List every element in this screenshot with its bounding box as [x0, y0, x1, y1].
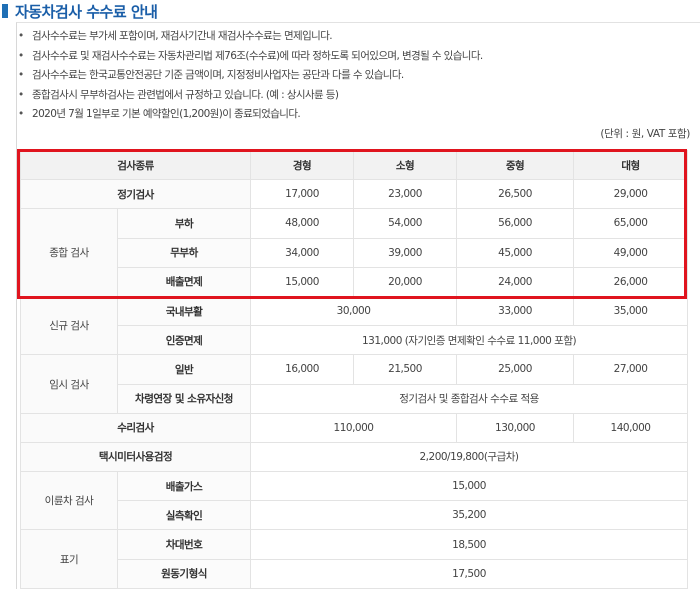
- row-label-repair: 수리검사: [19, 412, 252, 443]
- table-cell: 30,000: [250, 295, 458, 327]
- table-cell: 130,000: [456, 412, 575, 443]
- table-row: 종합 검사 부하 48,000 54,000 56,000 65,000: [20, 208, 689, 297]
- table-row: 신규 검사 국내부활 30,000 33,000 35,000: [20, 295, 689, 356]
- table-cell: 131,000 (자기인증 면제확인 수수료 11,000 포함): [250, 325, 689, 356]
- table-header-row: 검사종류 경형 소형 중형 대형: [19, 149, 689, 181]
- group-label-new: 신규 검사: [20, 295, 118, 356]
- table-row: 실측확인 35,200: [21, 500, 689, 531]
- notice-list: 검사수수료는 부가세 포함이며, 재검사기간내 재검사수수료는 면제입니다. 검…: [16, 27, 686, 125]
- col-header-type: 검사종류: [19, 149, 252, 181]
- table-cell: 25,000: [456, 354, 575, 385]
- notice-item: 검사수수료는 부가세 포함이며, 재검사기간내 재검사수수료는 면제입니다.: [16, 27, 686, 47]
- group-label-marking: 표기: [20, 529, 118, 589]
- row-label-chassis: 차대번호: [116, 529, 252, 560]
- table-row: 임시 검사 일반 16,000 21,500 25,000 27,000: [20, 354, 689, 414]
- row-label-emission-exempt: 배출면제: [116, 266, 252, 297]
- row-label-extension: 차령연장 및 소유자신청: [116, 383, 252, 414]
- table-cell: 2,200/19,800(구급차): [250, 441, 689, 473]
- table-cell: 정기검사 및 종합검사 수수료 적용: [250, 383, 689, 414]
- unit-note: (단위 : 원, VAT 포함): [600, 128, 690, 140]
- table-cell: 35,000: [573, 295, 689, 327]
- table-cell: 27,000: [573, 354, 689, 385]
- table-cell: 21,500: [353, 354, 458, 385]
- row-label-no-load: 무부하: [116, 237, 252, 268]
- table-cell: 17,500: [250, 558, 689, 589]
- table-cell: 26,500: [456, 179, 575, 210]
- table-cell: 18,500: [250, 529, 689, 560]
- table-row: 택시미터사용검정 2,200/19,800(구급차): [19, 441, 689, 473]
- table-cell: 16,000: [250, 354, 355, 385]
- table-cell: 15,000: [250, 471, 689, 502]
- table-row: 수리검사 110,000 130,000 140,000: [19, 412, 689, 443]
- notice-item: 검사수수료 및 재검사수수료는 자동차관리법 제76조(수수료)에 따라 정하도…: [16, 47, 686, 67]
- group-label-temp: 임시 검사: [20, 354, 118, 414]
- row-label-engine: 원동기형식: [116, 558, 252, 589]
- table-cell: 15,000: [250, 266, 355, 297]
- table-row: 무부하 34,000 39,000 45,000 49,000: [21, 237, 689, 268]
- col-header-light: 경형: [250, 149, 355, 181]
- table-cell: 33,000: [456, 295, 575, 327]
- group-label-comprehensive: 종합 검사: [20, 208, 118, 297]
- table-cell: 56,000: [456, 208, 575, 239]
- notice-item: 종합검사시 무부하검사는 관련법에서 규정하고 있습니다. (예 : 상시사륜 …: [16, 86, 686, 106]
- table-row: 배출면제 15,000 20,000 24,000 26,000: [21, 266, 689, 297]
- row-label-emission: 배출가스: [116, 471, 252, 502]
- table-cell: 24,000: [456, 266, 575, 297]
- table-row: 인증면제 131,000 (자기인증 면제확인 수수료 11,000 포함): [21, 325, 689, 356]
- table-row: 정기검사 17,000 23,000 26,500 29,000: [19, 179, 689, 210]
- table-cell: 17,000: [250, 179, 355, 210]
- table-cell: 49,000: [573, 237, 689, 268]
- row-label-regular: 정기검사: [19, 179, 252, 210]
- table-cell: 23,000: [353, 179, 458, 210]
- row-label-domestic: 국내부활: [116, 295, 252, 327]
- table-cell: 110,000: [250, 412, 458, 443]
- table-cell: 48,000: [250, 208, 355, 239]
- table-row: 표기 차대번호 18,500: [20, 529, 689, 589]
- row-label-taxi: 택시미터사용검정: [19, 441, 252, 473]
- table-row: 원동기형식 17,500: [21, 558, 689, 589]
- table-cell: 29,000: [573, 179, 689, 210]
- table-cell: 20,000: [353, 266, 458, 297]
- table-cell: 140,000: [573, 412, 689, 443]
- row-label-cert-exempt: 인증면제: [116, 325, 252, 356]
- section-header: 자동차검사 수수료 안내: [0, 0, 700, 22]
- table-cell: 34,000: [250, 237, 355, 268]
- row-label-general: 일반: [116, 354, 252, 385]
- col-header-large: 대형: [573, 149, 689, 181]
- fee-table: 검사종류 경형 소형 중형 대형 정기검사 17,000 23,000 26,5…: [19, 149, 689, 589]
- row-label-noise: 실측확인: [116, 500, 252, 531]
- table-cell: 65,000: [573, 208, 689, 239]
- table-cell: 39,000: [353, 237, 458, 268]
- notice-item: 검사수수료는 한국교통안전공단 기준 금액이며, 지정정비사업자는 공단과 다를…: [16, 66, 686, 86]
- table-row: 차령연장 및 소유자신청 정기검사 및 종합검사 수수료 적용: [21, 383, 689, 414]
- table-cell: 45,000: [456, 237, 575, 268]
- table-cell: 35,200: [250, 500, 689, 531]
- notice-item: 2020년 7월 1일부로 기본 예약할인(1,200원)이 종료되었습니다.: [16, 105, 686, 125]
- table-cell: 54,000: [353, 208, 458, 239]
- group-label-two-wheel: 이륜차 검사: [20, 471, 118, 531]
- page-title: 자동차검사 수수료 안내: [15, 2, 158, 21]
- col-header-small: 소형: [353, 149, 458, 181]
- table-cell: 26,000: [573, 266, 689, 297]
- table-row: 이륜차 검사 배출가스 15,000: [20, 471, 689, 531]
- col-header-medium: 중형: [456, 149, 575, 181]
- row-label-load: 부하: [116, 208, 252, 239]
- title-marker-icon: [2, 4, 8, 18]
